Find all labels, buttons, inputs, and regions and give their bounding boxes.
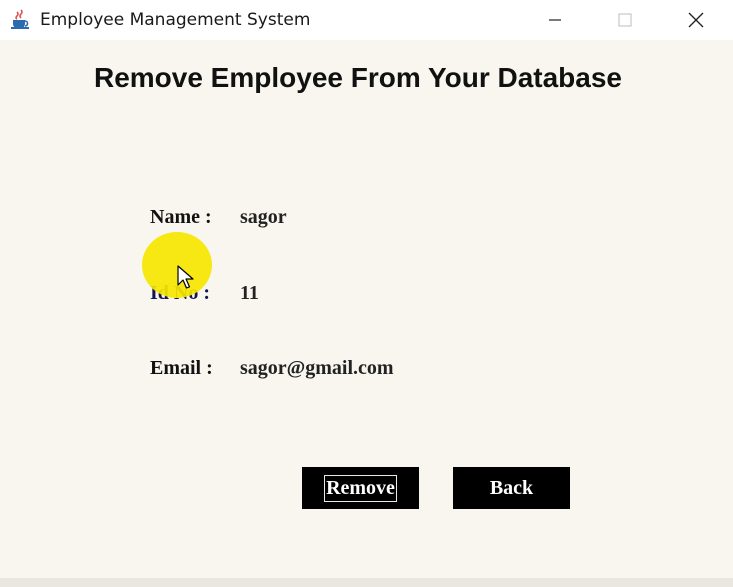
maximize-button[interactable] [602,0,648,40]
email-label: Email : [150,357,213,379]
remove-employee-panel: Remove Employee From Your Database Name … [0,40,733,587]
title-bar: Employee Management System [0,0,733,40]
remove-button[interactable]: Remove [302,467,419,509]
email-value: sagor@gmail.com [240,357,394,379]
back-button-label: Back [489,476,534,499]
close-icon [688,12,704,28]
id-value: 11 [240,282,259,304]
page-title: Remove Employee From Your Database [93,62,623,93]
name-label: Name : [150,206,212,228]
java-cup-icon [11,9,29,29]
window-title: Employee Management System [40,10,311,30]
minimize-icon [549,19,561,21]
name-value: sagor [240,206,287,228]
minimize-button[interactable] [532,0,578,40]
remove-button-label: Remove [324,474,397,502]
window-bottom-edge [0,578,733,587]
close-button[interactable] [673,0,719,40]
maximize-icon [618,13,632,27]
mouse-cursor-icon [177,265,194,289]
back-button[interactable]: Back [453,467,570,509]
